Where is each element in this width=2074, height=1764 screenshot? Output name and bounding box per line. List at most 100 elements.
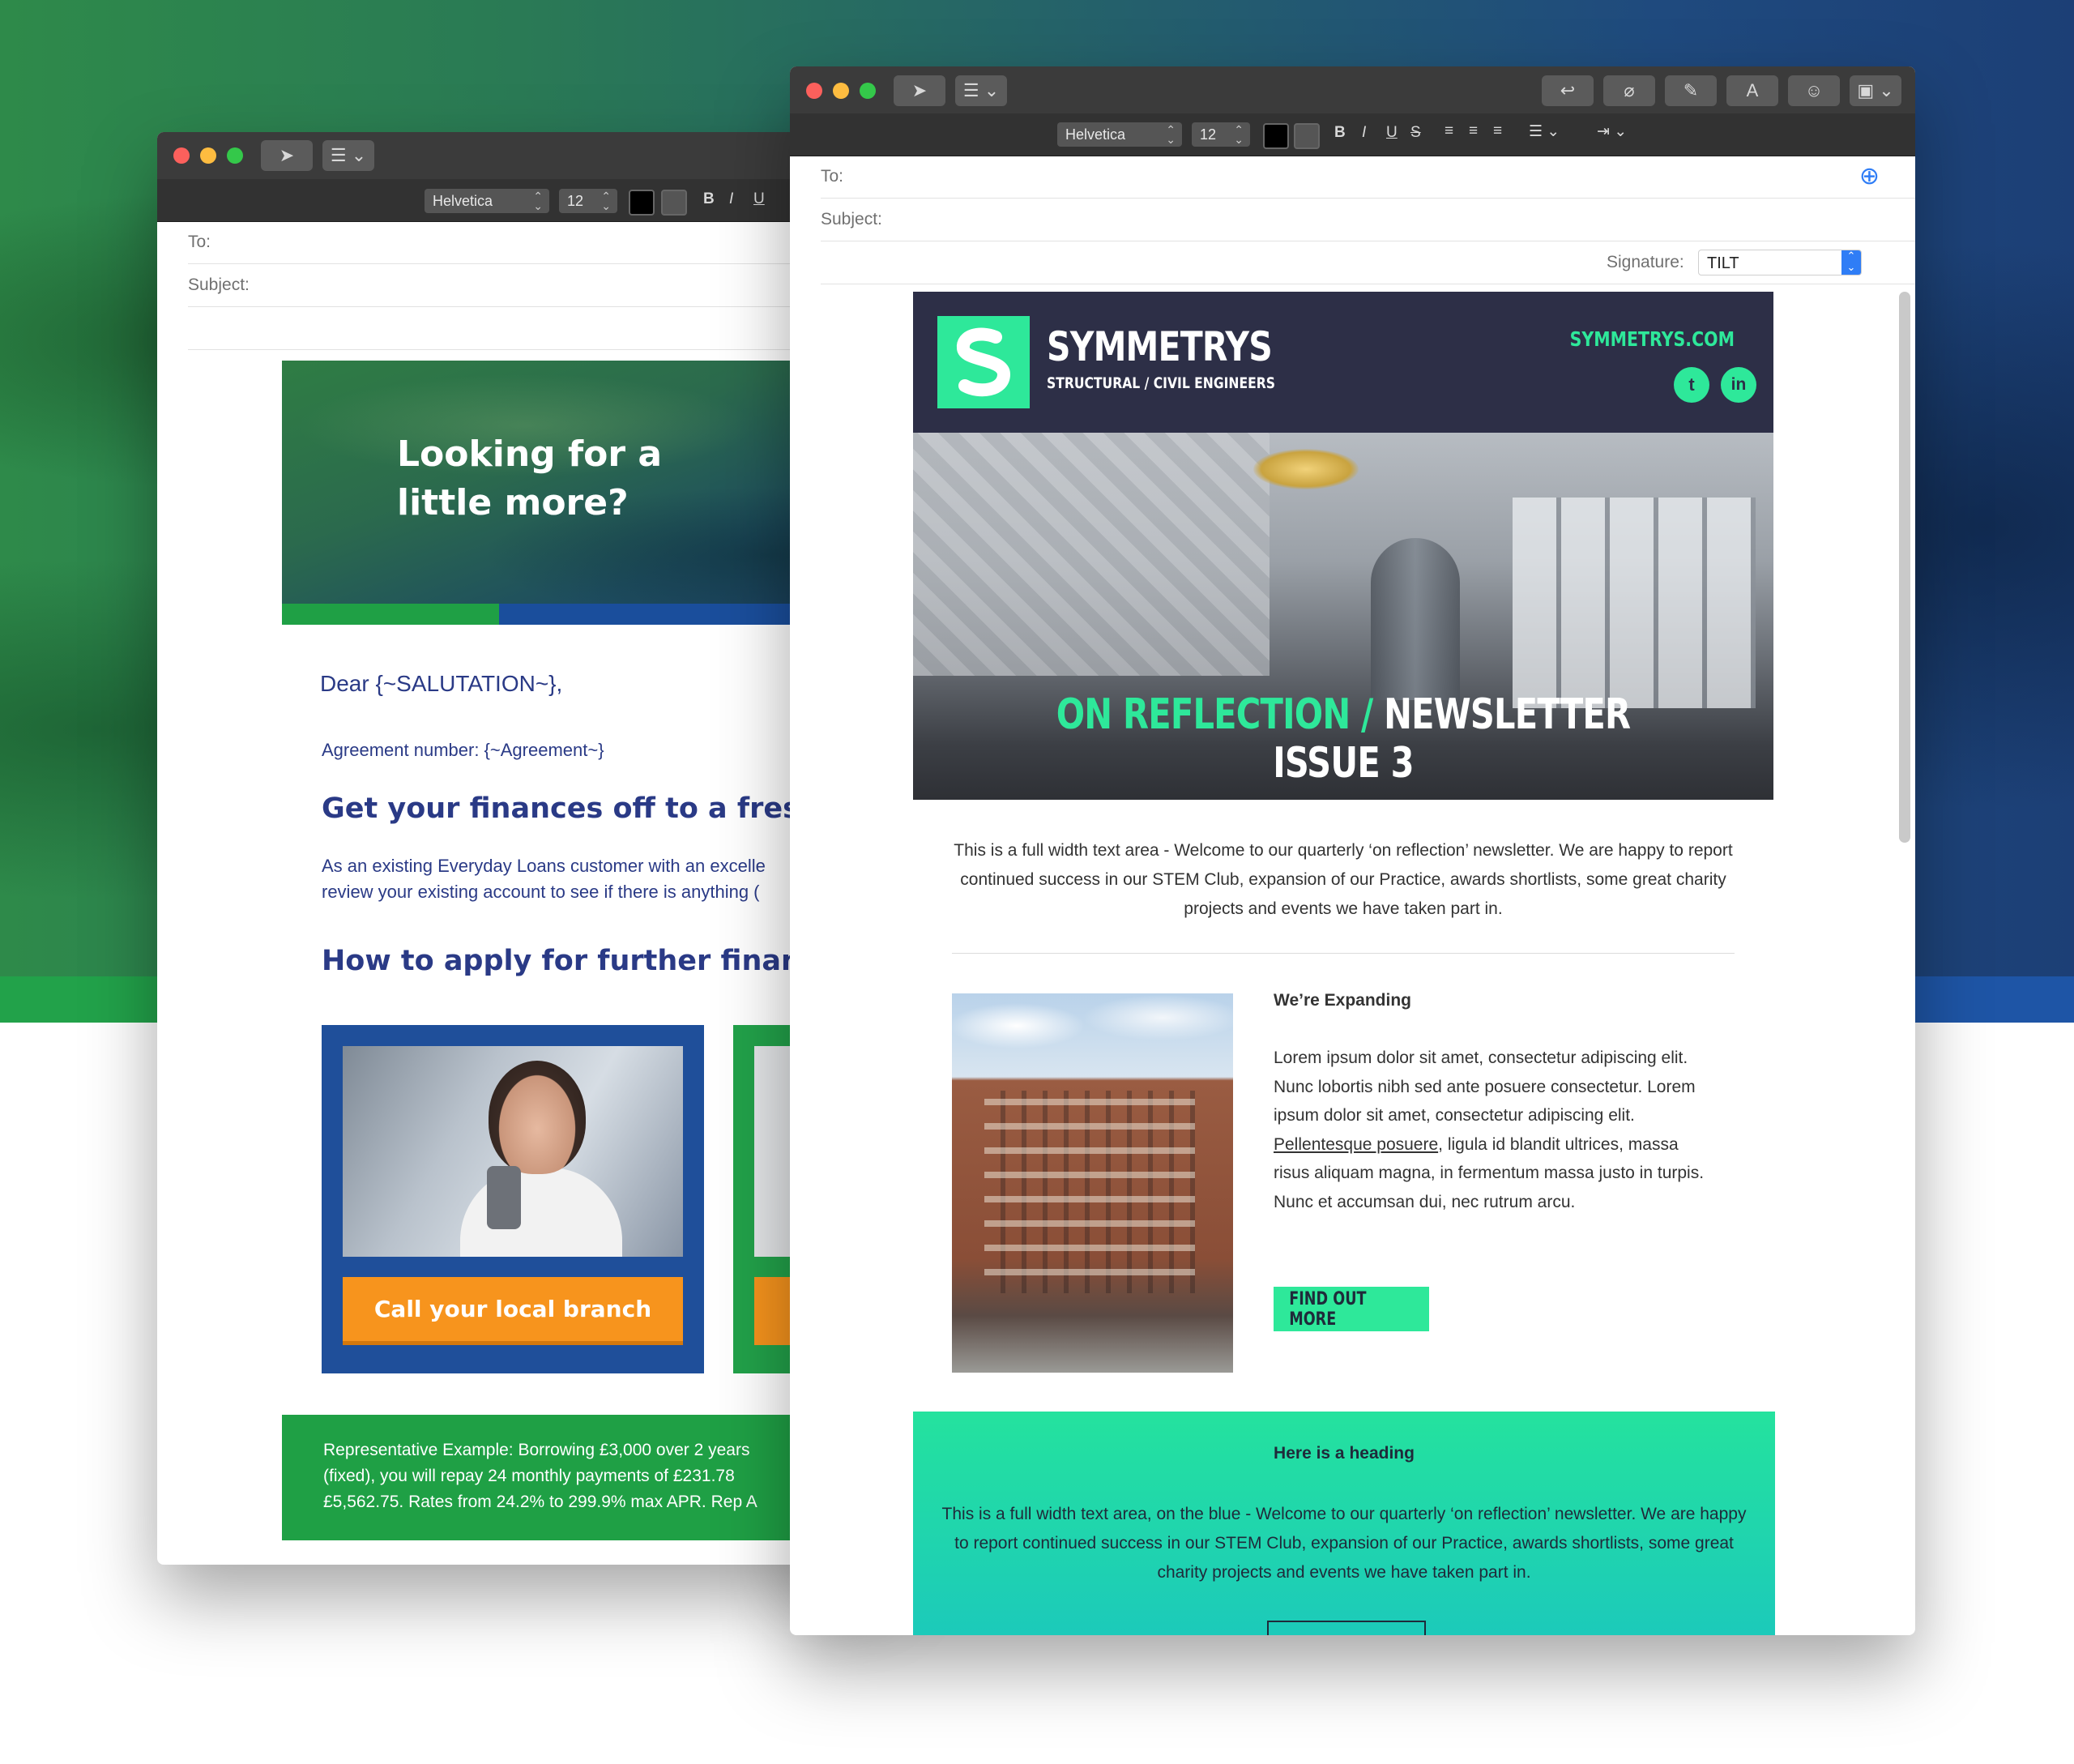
- back-mail-compose-window: ➤ ☰ ⌄ Helvetica ⌃ ⌄ 12 ⌃ ⌄ B I U To: Subject…: [157, 132, 886, 1565]
- indent-button[interactable]: ⇥ ⌄: [1597, 122, 1627, 141]
- intro-line-1: As an existing Everyday Loans customer w…: [322, 856, 766, 876]
- paper-plane-icon: ➤: [911, 80, 928, 100]
- highlight-button[interactable]: [1267, 1621, 1426, 1635]
- title-bar: ➤ ☰ ⌄: [157, 132, 886, 180]
- paper-plane-icon: ➤: [279, 145, 295, 165]
- intro-line-2: review your existing account to see if t…: [322, 882, 760, 902]
- subject-label: Subject:: [188, 275, 250, 294]
- underline-button[interactable]: U: [753, 190, 765, 208]
- minimize-button[interactable]: [200, 147, 216, 164]
- list-icon: ☰ ⌄: [962, 80, 1000, 100]
- photo-browser-icon: ▣ ⌄: [1857, 80, 1894, 100]
- size-select[interactable]: 12 ⌃ ⌄: [559, 189, 617, 213]
- highlight-heading: Here is a heading: [1274, 1444, 1415, 1463]
- article-heading: We’re Expanding: [1274, 991, 1411, 1010]
- background-color-swatch[interactable]: [661, 190, 687, 216]
- align-right-button[interactable]: ≡: [1493, 122, 1502, 140]
- title-on-reflection: ON REFLECTION /: [1056, 690, 1374, 739]
- highlight-text: This is a full width text area, on the b…: [941, 1505, 1747, 1582]
- close-button[interactable]: [173, 147, 190, 164]
- find-out-more-button[interactable]: FIND OUT MORE: [1274, 1287, 1429, 1331]
- to-label: To:: [188, 233, 211, 251]
- to-field[interactable]: To:: [188, 221, 886, 264]
- signature-label: Signature:: [1607, 253, 1684, 271]
- brand-name: SYMMETRYS: [1047, 323, 1273, 370]
- font-select[interactable]: Helvetica ⌃ ⌄: [1057, 122, 1182, 147]
- symmetrys-logo: [937, 316, 1030, 408]
- call-branch-button[interactable]: Call your local branch: [343, 1277, 683, 1345]
- intro-text: This is a full width text area - Welcome…: [954, 841, 1733, 918]
- subject-field[interactable]: Subject:: [188, 264, 886, 307]
- bold-button[interactable]: B: [703, 190, 715, 208]
- background-green-stripe: [0, 976, 162, 1023]
- textured-wall: [913, 433, 1270, 676]
- hero-title: Looking for a little more?: [397, 434, 663, 523]
- text-color-swatch[interactable]: [1263, 123, 1289, 149]
- font-select[interactable]: Helvetica ⌃ ⌄: [425, 189, 549, 213]
- font-icon: A: [1746, 80, 1759, 100]
- signature-value: TILT: [1707, 254, 1739, 272]
- website-link[interactable]: SYMMETRYS.COM: [1570, 327, 1735, 351]
- linkedin-icon[interactable]: in: [1721, 367, 1756, 403]
- header-fields-button[interactable]: ☰ ⌄: [955, 75, 1007, 106]
- minimize-button[interactable]: [833, 83, 849, 99]
- person-head: [489, 1061, 586, 1174]
- scrollbar[interactable]: [1899, 292, 1910, 843]
- bold-button[interactable]: B: [1334, 124, 1346, 142]
- to-label: To:: [821, 167, 844, 186]
- sky-clouds: [952, 993, 1233, 1058]
- title-bar: ➤ ☰ ⌄ ↩ ⌀ ✎ A ☺ ▣ ⌄: [790, 66, 1915, 114]
- plus-circle-icon[interactable]: ⊕: [1859, 156, 1880, 198]
- photo-browser-button[interactable]: ▣ ⌄: [1850, 75, 1901, 106]
- format-bar: Helvetica ⌃ ⌄ 12 ⌃ ⌄ B I U S ≡ ≡ ≡ ☰ ⌄ ⇥ ⌄: [790, 113, 1915, 156]
- emoji-button[interactable]: ☺: [1788, 75, 1840, 106]
- phone: [487, 1166, 521, 1229]
- align-left-button[interactable]: ≡: [1445, 122, 1453, 140]
- revolving-door: [1371, 538, 1460, 700]
- align-center-button[interactable]: ≡: [1469, 122, 1478, 140]
- list-button[interactable]: ☰ ⌄: [1529, 122, 1560, 141]
- second-option-card: [733, 1025, 798, 1373]
- section-divider: [952, 953, 1735, 954]
- paperclip-icon: ⌀: [1624, 80, 1635, 100]
- size-select[interactable]: 12 ⌃ ⌄: [1192, 122, 1250, 147]
- signature-row: Signature: TILT ⌃ ⌄: [821, 241, 1915, 284]
- article-link[interactable]: Pellentesque posuere: [1274, 1135, 1438, 1154]
- subject-field[interactable]: Subject:: [821, 199, 1915, 241]
- highlight-section: Here is a heading This is a full width t…: [913, 1412, 1775, 1635]
- header-fields-button[interactable]: ☰ ⌄: [322, 140, 374, 171]
- newsletter-header: SYMMETRYS STRUCTURAL / CIVIL ENGINEERS S…: [913, 292, 1773, 433]
- zoom-button[interactable]: [860, 83, 876, 99]
- building-photo: [952, 993, 1233, 1373]
- markup-icon: ✎: [1683, 80, 1699, 100]
- twitter-icon[interactable]: t: [1674, 367, 1709, 403]
- reply-button[interactable]: ↩: [1542, 75, 1594, 106]
- subject-label: Subject:: [821, 210, 882, 229]
- chevron-updown-icon: ⌃ ⌄: [1841, 250, 1861, 275]
- zoom-button[interactable]: [227, 147, 243, 164]
- background-blue-stripe: [1912, 976, 2074, 1023]
- strikethrough-button[interactable]: S: [1410, 124, 1421, 142]
- salutation: Dear {~SALUTATION~},: [320, 671, 563, 696]
- attach-button[interactable]: ⌀: [1603, 75, 1655, 106]
- italic-button[interactable]: I: [1362, 124, 1366, 142]
- lobby-hero-image: ON REFLECTION / NEWSLETTER ISSUE 3: [913, 433, 1773, 800]
- signature-select[interactable]: TILT ⌃ ⌄: [1698, 250, 1862, 275]
- person-body: [460, 1168, 622, 1257]
- format-bar: Helvetica ⌃ ⌄ 12 ⌃ ⌄ B I U: [157, 179, 886, 222]
- header-divider: [188, 307, 886, 350]
- close-button[interactable]: [806, 83, 822, 99]
- text-color-swatch[interactable]: [629, 190, 655, 216]
- front-mail-compose-window: ➤ ☰ ⌄ ↩ ⌀ ✎ A ☺ ▣ ⌄ Helvetica ⌃ ⌄ 12 ⌃ ⌄ B I…: [790, 66, 1915, 1635]
- to-field[interactable]: To: ⊕: [821, 156, 1915, 199]
- italic-button[interactable]: I: [729, 190, 733, 208]
- background-color-swatch[interactable]: [1294, 123, 1320, 149]
- markup-button[interactable]: ✎: [1665, 75, 1717, 106]
- send-button[interactable]: ➤: [894, 75, 945, 106]
- emoji-icon: ☺: [1804, 80, 1824, 100]
- call-branch-card: Call your local branch: [322, 1025, 704, 1373]
- format-button[interactable]: A: [1726, 75, 1778, 106]
- lobby-windows: [1513, 498, 1756, 708]
- send-button[interactable]: ➤: [261, 140, 313, 171]
- underline-button[interactable]: U: [1386, 124, 1398, 142]
